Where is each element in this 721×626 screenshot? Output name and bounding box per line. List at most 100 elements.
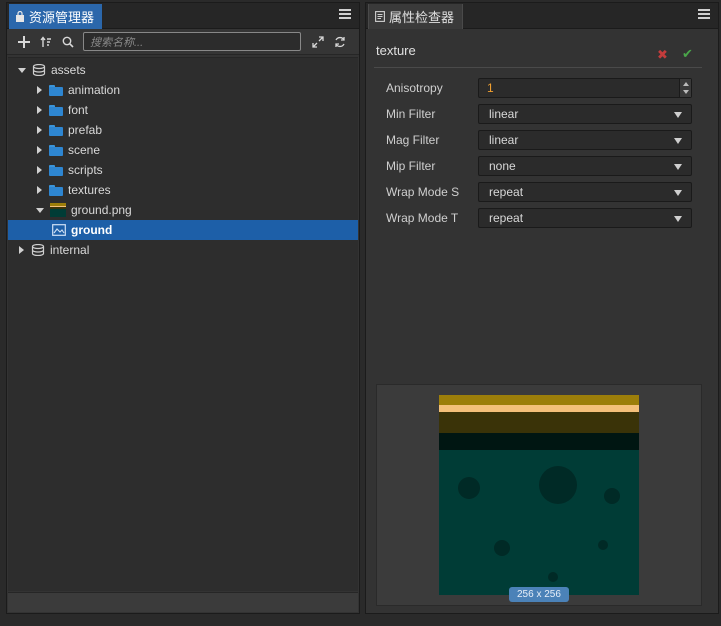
divider — [374, 67, 702, 68]
asset-title: texture — [376, 43, 416, 58]
lock-icon — [16, 11, 24, 22]
inspector-tabbar: 属性检查器 — [366, 3, 718, 29]
tree-node-assets[interactable]: assets — [8, 60, 358, 80]
prop-label: Wrap Mode T — [386, 211, 459, 225]
asset-tree: assets animation font prefab scene scrip… — [8, 57, 358, 591]
select-value: repeat — [489, 185, 524, 199]
tree-label: ground — [71, 223, 113, 237]
revert-close-icon[interactable]: ✖ — [657, 47, 668, 63]
tree-label: internal — [50, 243, 90, 257]
inspector-icon — [375, 11, 385, 22]
prop-wrap-mode-s: Wrap Mode S repeat — [386, 182, 692, 202]
tab-inspector-label: 属性检查器 — [389, 10, 455, 25]
tree-label: scripts — [68, 163, 103, 177]
folder-icon — [49, 164, 63, 176]
folder-icon — [49, 124, 63, 136]
ground-texture-image — [439, 395, 639, 595]
select-value: none — [489, 159, 516, 173]
spin-up-icon[interactable] — [683, 82, 689, 86]
prop-label: Mag Filter — [386, 133, 440, 147]
tree-node-ground[interactable]: ground — [8, 220, 358, 240]
sort-icon[interactable] — [35, 32, 57, 52]
wrap-mode-s-select[interactable]: repeat — [478, 182, 692, 202]
spin-down-icon[interactable] — [683, 90, 689, 94]
mag-filter-select[interactable]: linear — [478, 130, 692, 150]
tree-label: animation — [68, 83, 121, 97]
mip-filter-select[interactable]: none — [478, 156, 692, 176]
sprite-frame-icon — [52, 224, 66, 236]
tree-node-animation[interactable]: animation — [8, 80, 358, 100]
tree-label: ground.png — [71, 203, 132, 217]
preview-size-badge: 256 x 256 — [509, 587, 569, 602]
anisotropy-input[interactable]: 1 — [478, 78, 692, 98]
tab-inspector[interactable]: 属性检查器 — [368, 4, 464, 29]
tree-node-font[interactable]: font — [8, 100, 358, 120]
select-value: linear — [489, 133, 519, 147]
collapse-arrow-icon[interactable] — [19, 246, 24, 254]
chevron-down-icon — [674, 138, 682, 144]
tree-label: textures — [68, 183, 111, 197]
expand-arrow-icon[interactable] — [18, 67, 26, 73]
database-icon — [32, 64, 46, 76]
prop-wrap-mode-t: Wrap Mode T repeat — [386, 208, 692, 228]
assets-menu-icon[interactable] — [339, 9, 351, 21]
refresh-icon[interactable] — [329, 32, 351, 52]
prop-min-filter: Min Filter linear — [386, 104, 692, 124]
tree-node-scene[interactable]: scene — [8, 140, 358, 160]
assets-tabbar: 资源管理器 — [7, 3, 359, 29]
tree-label: font — [68, 103, 89, 117]
folder-icon — [49, 104, 63, 116]
tab-assets-label: 资源管理器 — [29, 10, 95, 25]
tree-node-textures[interactable]: textures — [8, 180, 358, 200]
prop-mag-filter: Mag Filter linear — [386, 130, 692, 150]
number-spinner[interactable] — [679, 79, 691, 97]
assets-toolbar: 搜索名称... — [7, 29, 359, 55]
prop-anisotropy: Anisotropy 1 — [386, 78, 692, 98]
chevron-down-icon — [674, 216, 682, 222]
tree-label: assets — [51, 63, 86, 77]
tree-label: scene — [68, 143, 101, 157]
tab-assets[interactable]: 资源管理器 — [9, 4, 103, 29]
prop-label: Mip Filter — [386, 159, 436, 173]
texture-preview: 256 x 256 — [376, 384, 702, 606]
chevron-down-icon — [674, 112, 682, 118]
tree-node-internal[interactable]: internal — [8, 240, 358, 260]
anisotropy-value: 1 — [487, 81, 494, 95]
assets-panel: 资源管理器 搜索名称... assets animation font pref… — [6, 2, 360, 614]
image-thumbnail-icon — [50, 203, 66, 217]
collapse-arrow-icon[interactable] — [37, 186, 42, 194]
wrap-mode-t-select[interactable]: repeat — [478, 208, 692, 228]
expand-all-icon[interactable] — [307, 32, 329, 52]
collapse-arrow-icon[interactable] — [37, 86, 42, 94]
database-icon — [31, 244, 45, 256]
folder-icon — [49, 84, 63, 96]
inspector-panel: 属性检查器 texture ✖ ✔ Anisotropy 1 Min Filte… — [365, 2, 719, 614]
collapse-arrow-icon[interactable] — [37, 166, 42, 174]
expand-arrow-icon[interactable] — [36, 207, 44, 213]
search-icon[interactable] — [57, 32, 79, 52]
assets-status-bar — [8, 592, 358, 612]
collapse-arrow-icon[interactable] — [37, 146, 42, 154]
chevron-down-icon — [674, 164, 682, 170]
prop-label: Min Filter — [386, 107, 436, 121]
min-filter-select[interactable]: linear — [478, 104, 692, 124]
chevron-down-icon — [674, 190, 682, 196]
inspector-menu-icon[interactable] — [698, 9, 710, 21]
tree-node-scripts[interactable]: scripts — [8, 160, 358, 180]
prop-label: Anisotropy — [386, 81, 443, 95]
search-input[interactable]: 搜索名称... — [83, 32, 301, 51]
folder-icon — [49, 184, 63, 196]
collapse-arrow-icon[interactable] — [37, 106, 42, 114]
bottom-strip — [0, 616, 721, 626]
prop-mip-filter: Mip Filter none — [386, 156, 692, 176]
folder-icon — [49, 144, 63, 156]
tree-label: prefab — [68, 123, 103, 137]
tree-node-prefab[interactable]: prefab — [8, 120, 358, 140]
collapse-arrow-icon[interactable] — [37, 126, 42, 134]
select-value: linear — [489, 107, 519, 121]
add-icon[interactable] — [13, 32, 35, 52]
prop-label: Wrap Mode S — [386, 185, 460, 199]
apply-check-icon[interactable]: ✔ — [682, 46, 693, 62]
tree-node-ground-png[interactable]: ground.png — [8, 200, 358, 220]
select-value: repeat — [489, 211, 524, 225]
